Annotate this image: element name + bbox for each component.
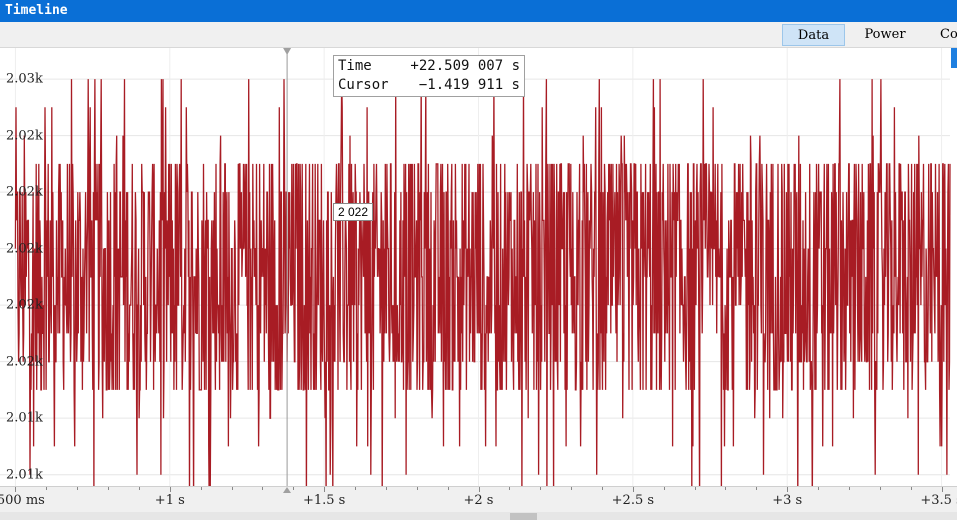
time-value: +22.509 007 s [410, 58, 520, 74]
x-minor-tick [756, 487, 758, 490]
x-minor-tick [46, 487, 48, 490]
x-axis[interactable]: +500 ms +1 s +1.5 s +2 s +2.5 s +3 s +3.5 s [0, 486, 957, 512]
cursor-top-marker [283, 48, 292, 55]
x-minor-tick [725, 487, 727, 490]
x-tick-label: +500 ms [0, 493, 45, 508]
x-minor-tick [231, 487, 233, 490]
x-minor-tick [324, 487, 326, 490]
x-minor-tick [632, 487, 634, 490]
x-minor-tick [879, 487, 881, 490]
y-tick-label: 2.02k [6, 128, 43, 144]
x-minor-tick [262, 487, 264, 490]
x-minor-tick [818, 487, 820, 490]
y-tick-label: 2.02k [6, 241, 43, 257]
x-minor-tick [77, 487, 79, 490]
x-minor-tick [848, 487, 850, 490]
x-minor-tick [787, 487, 789, 490]
x-minor-tick [601, 487, 603, 490]
tab-data[interactable]: Data [782, 24, 845, 46]
horizontal-scrollbar[interactable] [0, 512, 957, 520]
y-tick-label: 2.02k [6, 297, 43, 313]
y-tick-label: 2.01k [6, 467, 43, 483]
x-tick-label: +1 s [154, 493, 185, 508]
x-minor-tick [663, 487, 665, 490]
window-title: Timeline [0, 0, 957, 22]
x-minor-tick [200, 487, 202, 490]
x-minor-tick [694, 487, 696, 490]
y-tick-label: 2.01k [6, 410, 43, 426]
horizontal-scrollbar-thumb[interactable] [510, 513, 537, 520]
y-tick-label: 2.03k [6, 71, 43, 87]
tab-co[interactable]: Co [930, 24, 957, 46]
x-minor-tick [540, 487, 542, 490]
x-minor-tick [447, 487, 449, 490]
tab-power[interactable]: Power [853, 24, 917, 46]
x-tick-label: +3.5 s [920, 493, 957, 508]
x-minor-tick [509, 487, 511, 490]
cursor-readout-tooltip: Time +22.509 007 s Cursor −1.419 911 s [333, 55, 525, 97]
timeline-window: Timeline Data Power Co 2.03k 2.02k 2.02k 2.… [0, 0, 957, 520]
x-minor-tick [941, 487, 943, 490]
timeline-chart[interactable] [0, 48, 957, 486]
view-toolbar: Data Power Co [0, 22, 957, 48]
x-minor-tick [169, 487, 171, 490]
x-minor-tick [571, 487, 573, 490]
x-tick [15, 487, 17, 492]
series-line [14, 79, 951, 486]
x-minor-tick [385, 487, 387, 490]
x-minor-tick [293, 487, 295, 490]
x-tick-label: +2.5 s [611, 493, 655, 508]
y-tick-label: 2.02k [6, 184, 43, 200]
x-minor-tick [138, 487, 140, 490]
x-tick-label: +1.5 s [302, 493, 346, 508]
x-minor-tick [910, 487, 912, 490]
x-minor-tick [108, 487, 110, 490]
x-minor-tick [355, 487, 357, 490]
x-minor-tick [416, 487, 418, 490]
cursor-value: −1.419 911 s [418, 77, 520, 93]
vertical-scrollbar-thumb[interactable] [951, 48, 957, 68]
hover-value-label: 2 022 [333, 203, 374, 221]
cursor-label: Cursor [338, 77, 389, 93]
cursor-axis-marker[interactable] [283, 487, 292, 493]
y-tick-label: 2.02k [6, 354, 43, 370]
x-minor-tick [478, 487, 480, 490]
x-tick-label: +2 s [463, 493, 494, 508]
x-tick-label: +3 s [772, 493, 803, 508]
time-label: Time [338, 58, 372, 74]
